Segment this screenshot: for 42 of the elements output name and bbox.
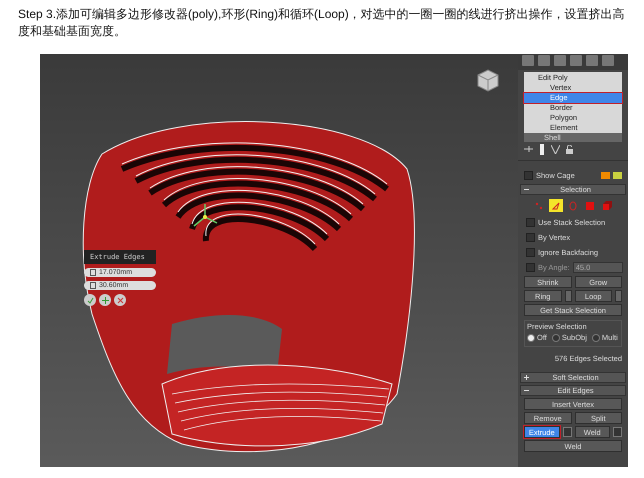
spinner-icon[interactable] (615, 290, 622, 302)
toolbar-icon[interactable] (570, 55, 582, 66)
minus-icon (524, 187, 529, 192)
radio-button[interactable] (592, 334, 600, 342)
selection-mode-button[interactable] (549, 199, 563, 212)
funnel-icon[interactable] (551, 144, 560, 154)
minus-icon (524, 388, 529, 393)
close-icon (116, 296, 124, 304)
color-swatch[interactable] (613, 172, 622, 179)
toolbar-icon[interactable] (538, 55, 550, 66)
radio-button[interactable] (527, 334, 535, 342)
checkbox[interactable] (526, 218, 535, 227)
plus-icon (102, 296, 108, 304)
cube-icon (602, 201, 612, 210)
ok-button[interactable] (84, 294, 96, 306)
toolbar-icon[interactable] (554, 55, 566, 66)
settings-icon[interactable] (613, 427, 622, 437)
bar-icon[interactable] (539, 144, 545, 154)
spinner-icon[interactable] (564, 290, 572, 302)
box-icon (90, 282, 96, 289)
toolbar-icon[interactable] (602, 55, 614, 66)
pin-icon[interactable] (524, 145, 533, 153)
checkbox[interactable] (526, 233, 535, 242)
square-icon (586, 202, 594, 210)
box-icon (90, 269, 96, 276)
triangle-icon (551, 200, 561, 210)
checkbox[interactable] (524, 171, 533, 180)
step-instruction: Step 3.添加可编辑多边形修改器(poly),环形(Ring)和循环(Loop)，对选中的一圈一圈的线进行挤出操作，设置挤出高度和基础基面宽度。 (18, 6, 626, 40)
plus-icon (524, 375, 529, 380)
selection-mode-button[interactable] (600, 199, 614, 212)
vertex-icon (534, 200, 544, 210)
settings-icon[interactable] (562, 427, 572, 437)
toolbar-icon[interactable] (522, 55, 534, 66)
check-icon (86, 296, 94, 304)
checkbox[interactable] (526, 263, 535, 272)
toolbar-icon[interactable] (586, 55, 598, 66)
checkbox[interactable] (526, 248, 535, 257)
color-swatch[interactable] (601, 172, 610, 179)
ring-icon (568, 200, 578, 210)
selection-mode-button[interactable] (583, 199, 597, 212)
radio-button[interactable] (552, 334, 560, 342)
lock-icon[interactable] (566, 144, 573, 154)
